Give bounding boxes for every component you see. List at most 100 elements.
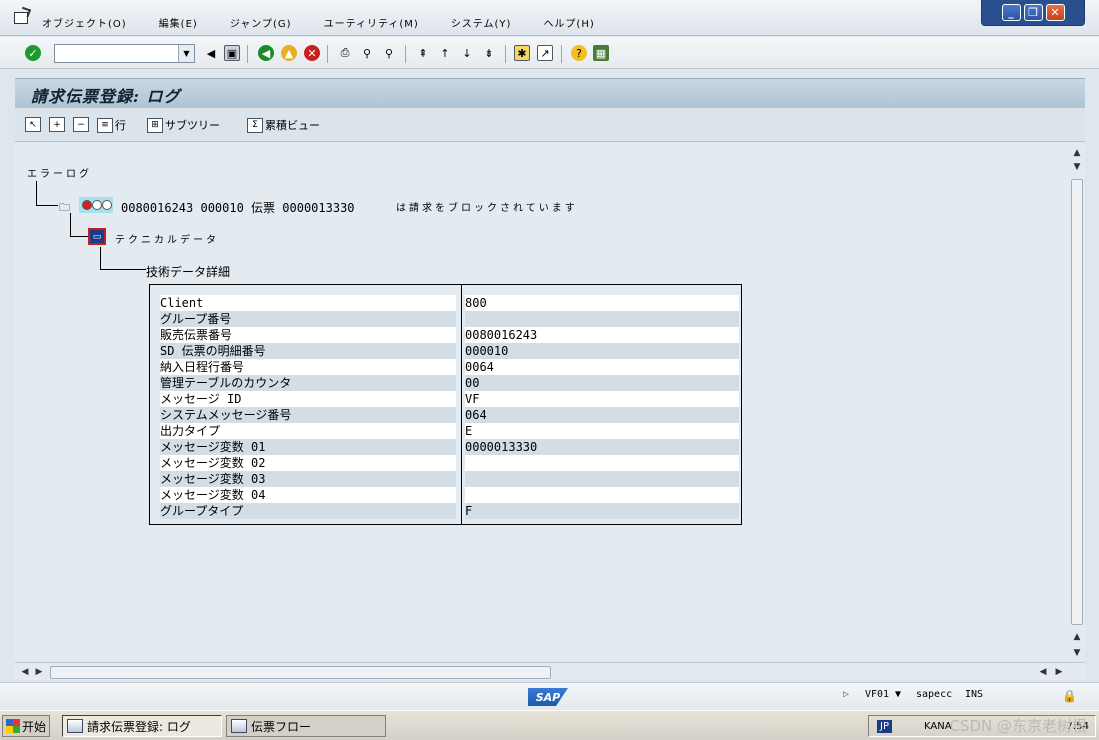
command-field[interactable]: ▼ <box>54 44 195 63</box>
field-label: 出力タイプ <box>160 423 456 439</box>
message-text-suffix[interactable]: は請求をブロックされています <box>396 199 578 214</box>
language-indicator[interactable]: JP <box>877 719 892 733</box>
chevron-down-icon[interactable]: ▼ <box>178 45 194 62</box>
watermark: CSDN @东京老树根 <box>949 717 1087 735</box>
start-button[interactable]: 开始 <box>2 715 50 737</box>
find-icon[interactable]: ⚲ <box>359 45 375 61</box>
scroll-right-icon[interactable]: ▶ <box>31 664 47 680</box>
technical-detail-label: 技術データ詳細 <box>146 265 231 279</box>
menu-system[interactable]: システム(Y) <box>451 15 512 30</box>
scroll-left-end-icon[interactable]: ◀ <box>1035 664 1051 680</box>
close-button[interactable]: ✕ <box>1045 4 1065 21</box>
field-value[interactable]: F <box>465 503 739 519</box>
sap-window-icon <box>231 719 247 733</box>
shortcut-icon[interactable]: ↗ <box>537 45 553 61</box>
enter-icon[interactable]: ✓ <box>25 45 41 61</box>
expand-button[interactable]: + <box>49 117 67 132</box>
restore-button[interactable]: ❐ <box>1023 4 1043 21</box>
collapse-button[interactable]: − <box>73 117 91 132</box>
menu-utilities[interactable]: ユーティリティ(M) <box>324 15 419 30</box>
select-arrow-icon: ↖ <box>25 117 41 132</box>
menu-goto[interactable]: ジャンプ(G) <box>230 15 292 30</box>
horizontal-scrollbar[interactable]: ◀ ▶ ◀ ▶ <box>15 662 1085 680</box>
field-value[interactable]: 000010 <box>465 343 739 359</box>
scroll-down-icon[interactable]: ▲ <box>1069 629 1085 645</box>
scroll-up-icon[interactable]: ▼ <box>1069 159 1085 175</box>
scroll-bottom-icon[interactable]: ▼ <box>1069 645 1085 661</box>
field-value[interactable]: 0000013330 <box>465 439 739 455</box>
folder-icon[interactable]: 🗀 <box>59 199 70 218</box>
collapse-left-icon[interactable]: ◀ <box>203 45 219 61</box>
technical-data-label[interactable]: テクニカルデータ <box>115 231 219 246</box>
row-button[interactable]: ≡ 行 <box>97 117 126 133</box>
vertical-scrollbar[interactable]: ▲ ▼ ▲ ▼ <box>1069 143 1085 661</box>
menu-edit[interactable]: 編集(E) <box>159 15 198 30</box>
status-bar: SAP ▷ VF01 ▼ sapecc INS 🔒 <box>0 682 1099 710</box>
field-value[interactable]: VF <box>465 391 739 407</box>
table-row: 出力タイプ E <box>158 423 740 439</box>
status-expand-icon[interactable]: ▷ <box>843 689 849 700</box>
field-value[interactable] <box>465 455 739 471</box>
message-text[interactable]: 0080016243 000010 伝票 0000013330 <box>121 199 355 216</box>
tree-connector <box>100 247 101 269</box>
exit-icon[interactable]: ▲ <box>281 45 297 61</box>
choose-button[interactable]: ↖ <box>25 117 43 132</box>
horizontal-scroll-thumb[interactable] <box>50 666 551 679</box>
field-label: 納入日程行番号 <box>160 359 456 375</box>
menu-object[interactable]: オブジェクト(O) <box>42 15 127 30</box>
taskbar-item-label: 伝票フロー <box>251 719 312 734</box>
field-value[interactable] <box>465 487 739 503</box>
find-next-icon[interactable]: ⚲ <box>381 45 397 61</box>
field-label: グループタイプ <box>160 503 456 519</box>
field-value[interactable]: 0080016243 <box>465 327 739 343</box>
field-value[interactable]: 00 <box>465 375 739 391</box>
field-value[interactable] <box>465 471 739 487</box>
title-bar: 請求伝票登録: ログ <box>15 78 1085 108</box>
system-menu-icon[interactable] <box>14 12 28 24</box>
first-page-icon[interactable]: ⇞ <box>415 45 431 61</box>
next-page-icon[interactable]: ↓ <box>459 45 475 61</box>
window-controls: _ ❐ ✕ <box>981 0 1085 26</box>
field-value[interactable] <box>465 311 739 327</box>
print-icon[interactable]: ⎙ <box>337 45 353 61</box>
field-value[interactable]: E <box>465 423 739 439</box>
previous-page-icon[interactable]: ↑ <box>437 45 453 61</box>
vertical-scroll-thumb[interactable] <box>1071 179 1083 625</box>
field-label: SD 伝票の明細番号 <box>160 343 456 359</box>
save-icon[interactable]: ▣ <box>224 45 240 61</box>
tree-connector <box>70 236 88 237</box>
field-value[interactable]: 064 <box>465 407 739 423</box>
page-title: 請求伝票登録: ログ <box>31 87 181 106</box>
menu-help[interactable]: ヘルプ(H) <box>543 15 594 30</box>
table-row: メッセージ変数 01 0000013330 <box>158 439 740 455</box>
cancel-icon[interactable]: ✕ <box>304 45 320 61</box>
taskbar-item-document-flow[interactable]: 伝票フロー <box>226 715 386 737</box>
yellow-lamp-icon <box>92 200 102 210</box>
minimize-button[interactable]: _ <box>1001 4 1021 21</box>
lock-icon[interactable]: 🔒 <box>1062 689 1077 703</box>
field-value[interactable]: 0064 <box>465 359 739 375</box>
tree-root-label[interactable]: エラーログ <box>27 165 92 180</box>
scroll-right-end-icon[interactable]: ▶ <box>1051 664 1067 680</box>
cumulative-view-button[interactable]: Σ 累積ビュー <box>247 117 320 133</box>
back-icon[interactable]: ◀ <box>258 45 274 61</box>
taskbar-item-billing-log[interactable]: 請求伝票登録: ログ <box>62 715 222 737</box>
status-dropdown-icon[interactable]: ▼ <box>895 689 901 700</box>
ime-mode[interactable]: KANA <box>924 721 952 732</box>
field-label: グループ番号 <box>160 311 456 327</box>
toolbar-separator <box>247 45 248 63</box>
windows-logo-icon <box>6 719 20 733</box>
last-page-icon[interactable]: ⇟ <box>481 45 497 61</box>
field-value[interactable]: 800 <box>465 295 739 311</box>
subtree-button[interactable]: ⊞ サブツリー <box>147 117 220 133</box>
technical-data-folder-icon[interactable]: ▭ <box>88 228 106 245</box>
field-label: メッセージ変数 04 <box>160 487 456 503</box>
help-icon[interactable]: ? <box>571 45 587 61</box>
menu-bar: オブジェクト(O) 編集(E) ジャンプ(G) ユーティリティ(M) システム(… <box>0 0 1099 36</box>
create-session-icon[interactable]: ✱ <box>514 45 530 61</box>
transaction-code[interactable]: VF01 <box>865 689 889 700</box>
server-name: sapecc <box>916 689 953 700</box>
layout-icon[interactable]: ▦ <box>593 45 609 61</box>
table-row: メッセージ ID VF <box>158 391 740 407</box>
cumulative-view-label: 累積ビュー <box>265 119 320 132</box>
